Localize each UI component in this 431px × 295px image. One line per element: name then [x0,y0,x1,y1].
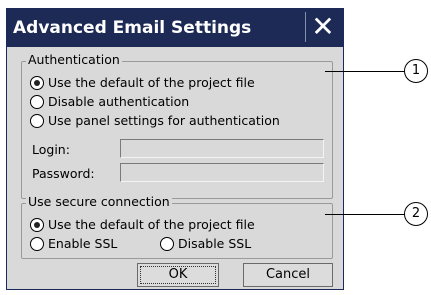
radio-auth-disable[interactable]: Disable authentication [30,93,189,111]
callout-2: 2 [404,202,428,226]
ok-button[interactable]: OK [137,263,219,287]
radio-auth-default[interactable]: Use the default of the project file [30,74,255,92]
radio-label: Disable SSL [178,236,252,251]
radio-label: Use panel settings for authentication [48,113,280,128]
password-label: Password: [32,166,95,181]
callout-2-leader [325,214,405,215]
radio-button-checked[interactable] [30,76,44,90]
callout-1: 1 [404,59,428,83]
radio-auth-panel-settings[interactable]: Use panel settings for authentication [30,112,280,130]
secure-connection-group: Use secure connection Use the default of… [21,194,333,259]
login-field[interactable] [120,139,324,158]
radio-button[interactable] [30,237,44,251]
close-button[interactable]: ✕ [305,12,340,42]
radio-button[interactable] [30,95,44,109]
radio-label: Use the default of the project file [48,75,255,90]
advanced-email-settings-dialog: Advanced Email Settings ✕ Authentication… [6,8,344,290]
radio-label: Use the default of the project file [48,217,255,232]
cancel-button-label: Cancel [265,267,311,282]
radio-disable-ssl[interactable]: Disable SSL [160,235,251,253]
authentication-group: Authentication Use the default of the pr… [21,52,333,199]
radio-ssl-default[interactable]: Use the default of the project file [30,216,255,234]
login-label: Login: [32,142,70,157]
radio-label: Disable authentication [48,94,190,109]
radio-label: Enable SSL [48,236,118,251]
close-icon: ✕ [311,10,335,43]
password-field[interactable] [120,163,324,182]
authentication-group-label: Authentication [26,52,122,67]
radio-button[interactable] [160,237,174,251]
radio-button-checked[interactable] [30,218,44,232]
radio-enable-ssl[interactable]: Enable SSL [30,235,117,253]
secure-connection-group-label: Use secure connection [26,194,172,209]
cancel-button[interactable]: Cancel [243,263,333,287]
dialog-title: Advanced Email Settings [13,18,252,38]
radio-button[interactable] [30,114,44,128]
callout-1-leader [325,71,405,72]
title-bar: Advanced Email Settings ✕ [7,9,343,47]
focus-rectangle [140,266,216,284]
